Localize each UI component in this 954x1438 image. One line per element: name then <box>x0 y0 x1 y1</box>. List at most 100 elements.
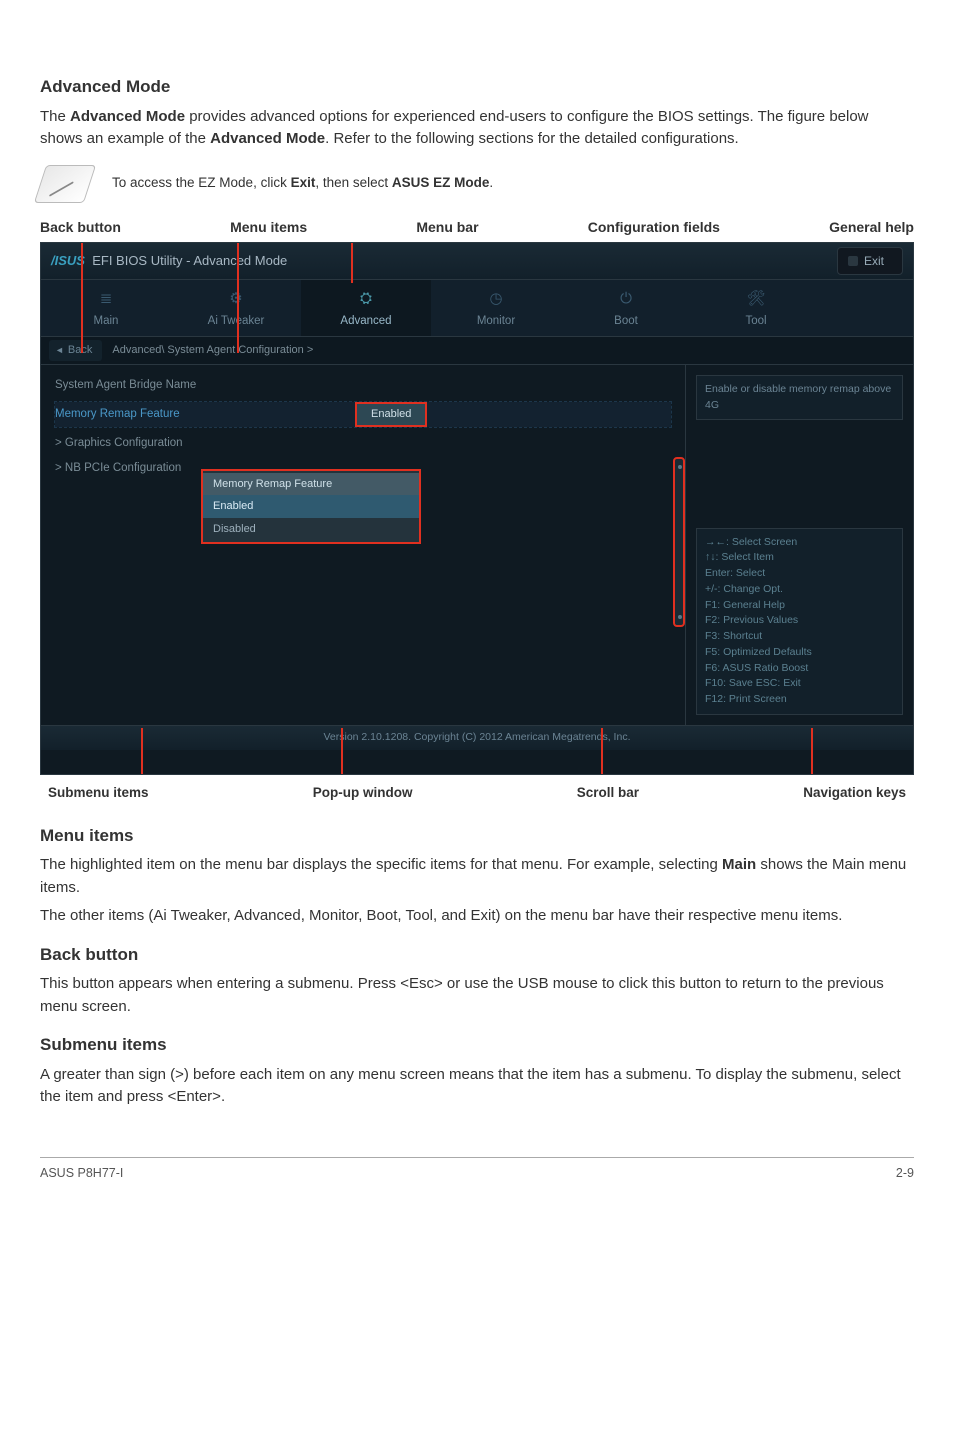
config-row-bridge-name: System Agent Bridge Name <box>55 377 671 394</box>
tab-advanced[interactable]: ⛭ Advanced <box>301 280 431 337</box>
callout-line <box>237 243 239 353</box>
bold-text: Advanced Mode <box>70 108 185 125</box>
bios-title: /ISUS EFI BIOS Utility - Advanced Mode <box>51 251 287 271</box>
page-footer: ASUS P8H77-I 2-9 <box>40 1157 914 1183</box>
tab-main[interactable]: ≣ Main <box>41 280 171 337</box>
tab-label: Main <box>94 315 119 327</box>
note-text: To access the EZ Mode, click Exit, then … <box>112 173 493 193</box>
callout-line <box>141 728 143 774</box>
tab-boot[interactable]: ⏻ Boot <box>561 280 691 337</box>
nav-key: F1: General Help <box>705 598 894 614</box>
callout-line <box>601 728 603 774</box>
tab-tool[interactable]: 🛠 Tool <box>691 280 821 337</box>
annot-general-help: General help <box>829 217 914 238</box>
back-button-paragraph: This button appears when entering a subm… <box>40 973 914 1018</box>
tab-label: Tool <box>745 315 766 327</box>
scrollbar[interactable] <box>673 457 685 627</box>
top-annotation-row: Back button Menu items Menu bar Configur… <box>40 217 914 238</box>
gauge-icon: ◷ <box>431 288 561 311</box>
bios-title-text: EFI BIOS Utility - Advanced Mode <box>92 253 287 268</box>
callout-line <box>351 243 353 283</box>
submenu-items-heading: Submenu items <box>40 1032 914 1058</box>
asus-logo: /ISUS <box>51 253 85 268</box>
popup-window: Memory Remap Feature Enabled Disabled <box>201 469 421 545</box>
annot-back-button: Back button <box>40 217 121 238</box>
text: The highlighted item on the menu bar dis… <box>40 856 722 873</box>
tab-ai-tweaker[interactable]: ⚙ Ai Tweaker <box>171 280 301 337</box>
breadcrumb: Advanced\ System Agent Configuration > <box>112 342 313 359</box>
back-button-heading: Back button <box>40 942 914 968</box>
advanced-mode-heading: Advanced Mode <box>40 74 914 100</box>
config-value[interactable]: Enabled <box>355 402 427 427</box>
tool-icon: 🛠 <box>691 288 821 311</box>
note-box: To access the EZ Mode, click Exit, then … <box>40 165 914 203</box>
bold-text: Advanced Mode <box>210 130 325 147</box>
back-button[interactable]: Back <box>49 340 102 361</box>
nav-key: F3: Shortcut <box>705 629 894 645</box>
chip-icon: ⛭ <box>301 288 431 311</box>
tab-monitor[interactable]: ◷ Monitor <box>431 280 561 337</box>
annot-popup-window: Pop-up window <box>313 783 413 803</box>
annot-scroll-bar: Scroll bar <box>577 783 639 803</box>
callout-line <box>81 243 83 353</box>
bios-body: System Agent Bridge Name Memory Remap Fe… <box>41 365 913 725</box>
menu-items-paragraph-2: The other items (Ai Tweaker, Advanced, M… <box>40 905 914 928</box>
scroll-down-icon[interactable] <box>678 615 682 619</box>
annot-submenu-items: Submenu items <box>48 783 149 803</box>
popup-option-enabled[interactable]: Enabled <box>203 495 419 518</box>
menu-items-paragraph: The highlighted item on the menu bar dis… <box>40 854 914 899</box>
menu-items-heading: Menu items <box>40 823 914 849</box>
bios-footer: Version 2.10.1208. Copyright (C) 2012 Am… <box>41 725 913 750</box>
config-row-memory-remap[interactable]: Memory Remap Feature Enabled <box>55 402 671 427</box>
callout-line <box>341 728 343 774</box>
text: , then select <box>315 175 392 190</box>
tab-label: Monitor <box>477 315 515 327</box>
footer-right: 2-9 <box>896 1164 914 1183</box>
nav-key: F12: Print Screen <box>705 692 894 708</box>
config-label: Graphics Configuration <box>55 435 355 452</box>
bios-tab-bar: ≣ Main ⚙ Ai Tweaker ⛭ Advanced ◷ Monitor ⏻ Bo… <box>41 280 913 338</box>
bios-window: /ISUS EFI BIOS Utility - Advanced Mode E… <box>40 242 914 775</box>
breadcrumb-bar: Back Advanced\ System Agent Configuratio… <box>41 337 913 365</box>
submenu-items-paragraph: A greater than sign (>) before each item… <box>40 1064 914 1109</box>
popup-title: Memory Remap Feature <box>203 473 419 496</box>
power-icon: ⏻ <box>561 288 691 311</box>
tab-label: Advanced <box>340 315 391 327</box>
tab-label: Boot <box>614 315 638 327</box>
context-help: Enable or disable memory remap above 4G <box>696 375 903 421</box>
text: The <box>40 108 70 125</box>
nav-key: F6: ASUS Ratio Boost <box>705 661 894 677</box>
advanced-mode-paragraph: The Advanced Mode provides advanced opti… <box>40 106 914 151</box>
nav-key: F10: Save ESC: Exit <box>705 676 894 692</box>
note-icon <box>34 165 96 203</box>
nav-key: Enter: Select <box>705 566 894 582</box>
config-row-graphics[interactable]: Graphics Configuration <box>55 435 671 452</box>
nav-key: F2: Previous Values <box>705 613 894 629</box>
annot-menu-bar: Menu bar <box>416 217 478 238</box>
tab-label: Ai Tweaker <box>208 315 265 327</box>
bios-help-panel: Enable or disable memory remap above 4G … <box>685 365 913 725</box>
exit-button[interactable]: Exit <box>837 247 903 275</box>
text: To access the EZ Mode, click <box>112 175 291 190</box>
scroll-up-icon[interactable] <box>678 465 682 469</box>
bold-text: ASUS EZ Mode <box>392 175 490 190</box>
annot-config-fields: Configuration fields <box>588 217 720 238</box>
nav-key: +/-: Change Opt. <box>705 582 894 598</box>
navigation-keys-box: →←: Select Screen ↑↓: Select Item Enter:… <box>696 528 903 715</box>
annot-menu-items: Menu items <box>230 217 307 238</box>
popup-option-disabled[interactable]: Disabled <box>203 518 419 541</box>
nav-key: F5: Optimized Defaults <box>705 645 894 661</box>
list-icon: ≣ <box>41 288 171 311</box>
bios-titlebar: /ISUS EFI BIOS Utility - Advanced Mode E… <box>41 243 913 280</box>
bottom-annotation-row: Submenu items Pop-up window Scroll bar N… <box>48 783 906 803</box>
gear-icon: ⚙ <box>171 288 301 311</box>
text: . Refer to the following sections for th… <box>325 130 739 147</box>
text: . <box>489 175 493 190</box>
config-label: System Agent Bridge Name <box>55 377 355 394</box>
footer-left: ASUS P8H77-I <box>40 1164 123 1183</box>
bold-text: Main <box>722 856 756 873</box>
callout-line <box>811 728 813 774</box>
bios-config-panel: System Agent Bridge Name Memory Remap Fe… <box>41 365 685 725</box>
config-label: Memory Remap Feature <box>55 406 355 423</box>
annot-navigation-keys: Navigation keys <box>803 783 906 803</box>
